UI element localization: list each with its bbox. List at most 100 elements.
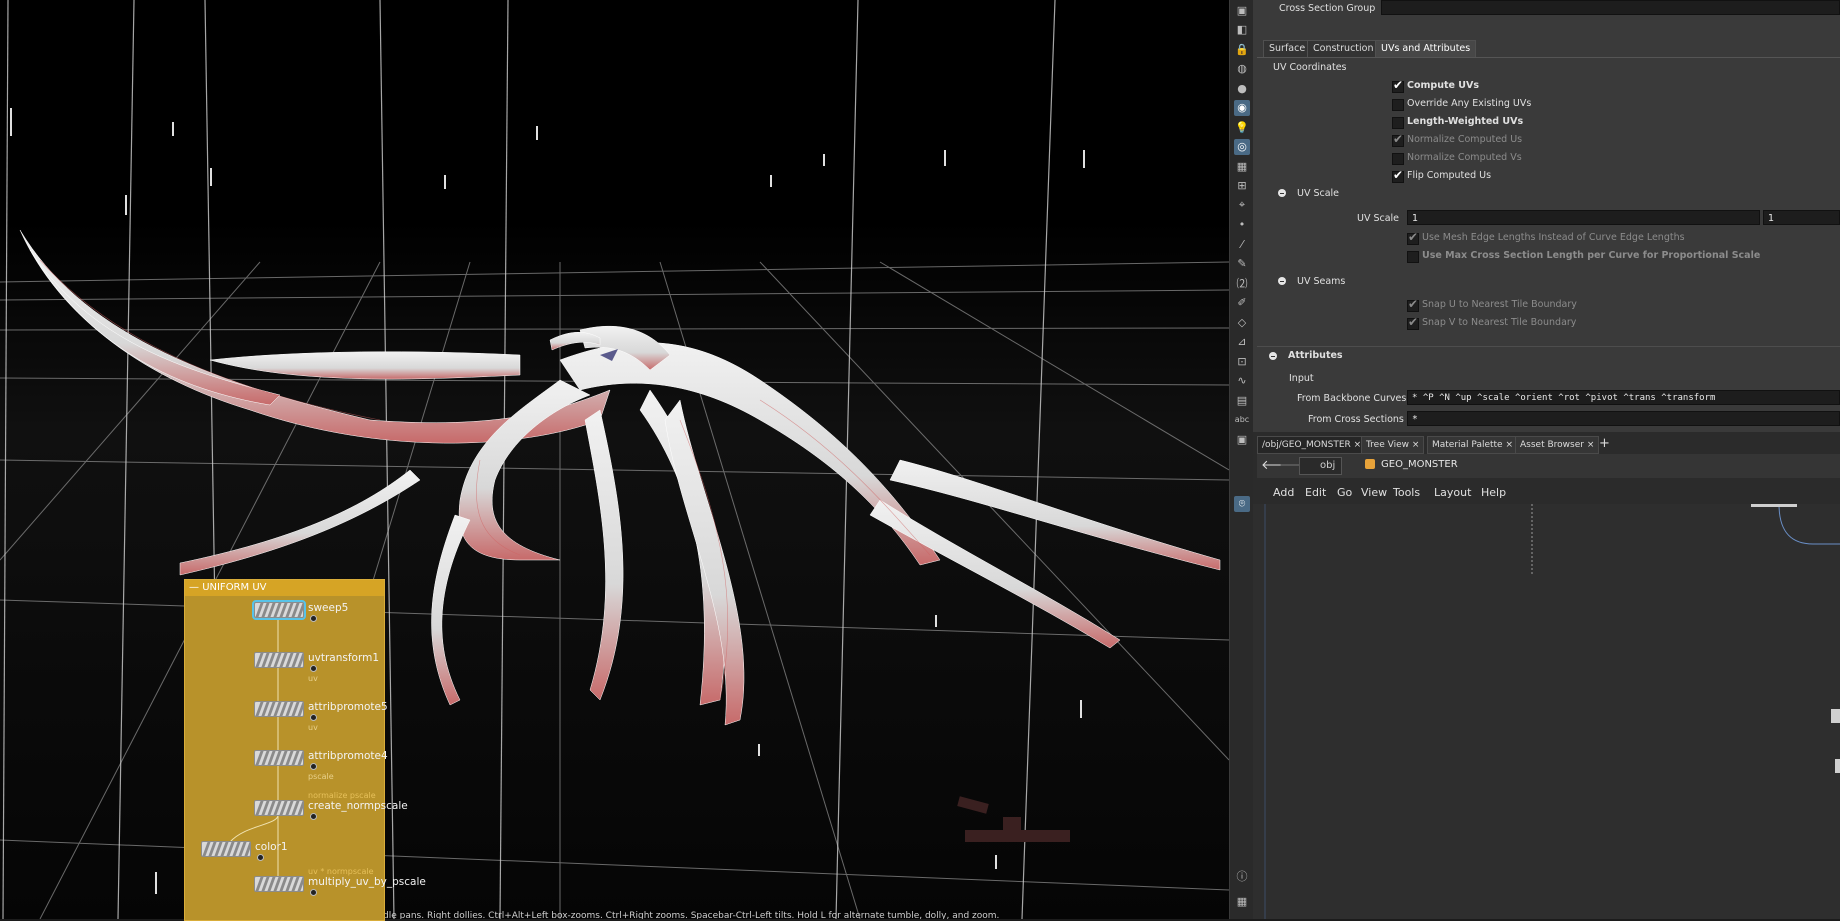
menu-tools[interactable]: Tools [1393, 486, 1420, 499]
path-geo-monster[interactable]: GEO_MONSTER [1381, 459, 1458, 470]
close-icon[interactable]: × [1412, 440, 1420, 450]
check-icon: ✔ [1408, 297, 1419, 311]
tab-tree-view[interactable]: Tree View × [1361, 436, 1425, 454]
number-icon[interactable]: ⑵ [1234, 275, 1250, 291]
network-editor-canvas[interactable] [1253, 504, 1840, 919]
checkbox-label: Snap U to Nearest Tile Boundary [1422, 299, 1577, 310]
uv-scale-collapse-icon[interactable] [1278, 189, 1286, 197]
globe-icon[interactable]: ◍ [1234, 61, 1250, 77]
menu-view[interactable]: View [1361, 486, 1387, 499]
output-connector[interactable] [310, 763, 317, 770]
uv-scale-v-field[interactable]: 1 [1763, 210, 1840, 225]
shape-icon[interactable]: ◇ [1234, 314, 1250, 330]
node-sweep5[interactable] [252, 600, 306, 620]
view-icon[interactable]: ▦ [1234, 158, 1250, 174]
camera-icon[interactable]: ◎ [1234, 138, 1250, 155]
node-multiply_uv_by_pscale[interactable] [254, 876, 304, 892]
text-icon[interactable]: abc [1234, 412, 1250, 428]
node-color1[interactable] [201, 841, 251, 857]
tab-uvs-attributes[interactable]: UVs and Attributes [1375, 40, 1477, 57]
checkbox[interactable]: ✔ [1407, 297, 1419, 312]
display-icon[interactable]: ▣ [1234, 431, 1250, 447]
lock-icon[interactable]: 🔒 [1234, 41, 1250, 57]
output-connector[interactable] [310, 813, 317, 820]
path-obj[interactable]: obj [1299, 457, 1343, 475]
geo-node-icon [1365, 459, 1375, 469]
output-connector[interactable] [310, 889, 317, 896]
output-connector[interactable] [310, 714, 317, 721]
close-icon[interactable]: × [1587, 440, 1595, 450]
layers-icon[interactable]: ◧ [1234, 22, 1250, 38]
add-tab-icon[interactable]: + [1595, 436, 1614, 452]
node-comment: uv * normpscale [308, 867, 374, 876]
output-connector[interactable] [310, 615, 317, 622]
menu-go[interactable]: Go [1337, 486, 1352, 499]
brush-icon[interactable]: ⁄ [1234, 236, 1250, 252]
checkbox[interactable] [1392, 99, 1404, 111]
check-icon: ✔ [1408, 315, 1419, 329]
bulb-icon[interactable]: 💡 [1234, 119, 1250, 135]
dot-icon[interactable]: • [1234, 217, 1250, 233]
checkbox[interactable]: ✔ [1392, 168, 1404, 183]
cube-icon[interactable]: ▣ [1234, 2, 1250, 18]
attributes-heading: Attributes [1288, 350, 1343, 361]
checkbox[interactable]: ✔ [1407, 230, 1419, 245]
checkbox[interactable]: ✔ [1407, 315, 1419, 330]
tiles-icon[interactable]: ▦ [1234, 893, 1250, 909]
pencil-icon[interactable]: ✎ [1234, 256, 1250, 272]
light-icon[interactable]: ◉ [1234, 99, 1250, 116]
checkbox-label: Override Any Existing UVs [1407, 98, 1532, 109]
tab-network-geo-monster[interactable]: /obj/GEO_MONSTER × [1257, 436, 1367, 454]
node-uvtransform1[interactable] [254, 652, 304, 668]
section-divider [1257, 346, 1840, 347]
grid-icon[interactable]: ⊞ [1234, 178, 1250, 194]
tab-label: Asset Browser [1520, 440, 1584, 450]
tab-asset-browser[interactable]: Asset Browser × [1515, 436, 1600, 454]
cross-sections-label: From Cross Sections [1308, 414, 1404, 425]
checkbox-label: Compute UVs [1407, 80, 1479, 91]
cross-section-group-field[interactable] [1381, 0, 1840, 15]
attributes-collapse-icon[interactable] [1269, 352, 1277, 360]
magnet-icon[interactable]: ∿ [1234, 373, 1250, 389]
backbone-curves-label: From Backbone Curves [1297, 393, 1407, 404]
network-box-uniform-uv[interactable]: — UNIFORM UV sweep5 uvtransform1 uv attribp… [184, 579, 426, 921]
checkbox[interactable]: ✔ [1392, 78, 1404, 93]
node-attribpromote4[interactable] [254, 750, 304, 766]
output-connector[interactable] [310, 665, 317, 672]
snap-icon[interactable]: ⌖ [1234, 197, 1250, 213]
tab-material-palette[interactable]: Material Palette × [1427, 436, 1519, 454]
material-icon[interactable]: ▤ [1234, 392, 1250, 408]
uv-scale-u-field[interactable]: 1 [1407, 210, 1760, 225]
uv-scale-heading: UV Scale [1297, 188, 1340, 199]
checkbox[interactable] [1392, 117, 1404, 129]
menu-add[interactable]: Add [1273, 486, 1294, 499]
tab-label: Tree View [1366, 440, 1409, 450]
output-connector[interactable] [257, 854, 264, 861]
menu-edit[interactable]: Edit [1305, 486, 1326, 499]
sphere-icon[interactable]: ● [1234, 80, 1250, 96]
check-icon: ✔ [1408, 230, 1419, 244]
backbone-curves-field[interactable]: * ^P ^N ^up ^scale ^orient ^rot ^pivot ^… [1407, 390, 1840, 405]
node-attribpromote5[interactable] [254, 701, 304, 717]
checkbox[interactable] [1392, 153, 1404, 165]
close-icon[interactable]: × [1505, 440, 1513, 450]
node-create_normpscale[interactable] [254, 800, 304, 816]
measure-icon[interactable]: ⊿ [1234, 334, 1250, 350]
info-icon[interactable]: ⓘ [1234, 868, 1250, 884]
check-icon: ✔ [1393, 168, 1404, 182]
pin-icon[interactable]: ⌾ [1234, 496, 1250, 512]
tab-construction[interactable]: Construction [1307, 40, 1380, 58]
checkbox[interactable] [1407, 251, 1419, 263]
cross-sections-field[interactable]: * [1407, 411, 1840, 426]
path-obj-label: obj [1320, 460, 1336, 471]
paint-icon[interactable]: ✐ [1234, 295, 1250, 311]
checkbox-label: Flip Computed Us [1407, 170, 1492, 181]
tab-surface[interactable]: Surface [1263, 40, 1312, 58]
checkbox[interactable]: ✔ [1392, 132, 1404, 147]
menu-layout[interactable]: Layout [1434, 486, 1471, 499]
uv-seams-heading: UV Seams [1297, 276, 1346, 287]
menu-help[interactable]: Help [1481, 486, 1506, 499]
crop-icon[interactable]: ⊡ [1234, 353, 1250, 369]
checkbox-label: Normalize Computed Vs [1407, 152, 1522, 163]
uv-seams-collapse-icon[interactable] [1278, 277, 1286, 285]
